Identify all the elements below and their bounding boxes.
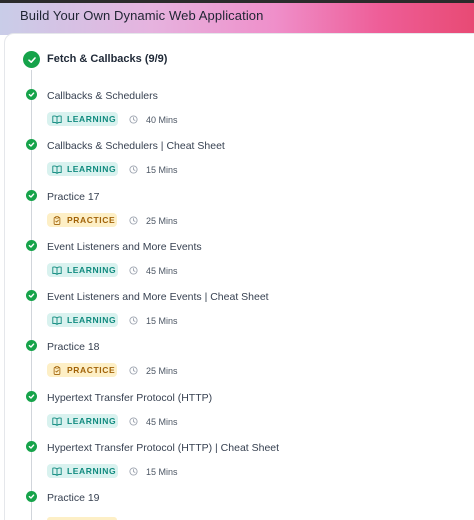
clock-icon [129,417,138,426]
open-book-icon [52,165,62,174]
duration-text: 15 Mins [146,466,178,477]
badge-label: LEARNING [67,466,117,476]
learning-badge: LEARNING [47,112,118,126]
section-title: Fetch & Callbacks (9/9) [47,53,168,65]
clock-icon [129,165,138,174]
learning-badge: LEARNING [47,162,118,176]
check-circle-icon [26,391,37,402]
clock-icon [129,216,138,225]
duration: 40 Mins [129,113,178,126]
duration-text: 45 Mins [146,416,178,427]
check-circle-icon [26,190,37,201]
check-circle-icon [26,290,37,301]
open-book-icon [52,417,62,426]
duration: 25 Mins [129,364,178,377]
duration-text: 45 Mins [146,265,178,276]
session-title: Event Listeners and More Events [47,241,202,253]
session-item[interactable]: Practice 18 PRACTICE 25 Mins [26,340,466,384]
open-book-icon [52,115,62,124]
session-title: Practice 19 [47,492,100,504]
clock-icon [129,266,138,275]
course-header: Build Your Own Dynamic Web Application [0,3,474,35]
learning-badge: LEARNING [47,263,118,277]
check-circle-icon [26,491,37,502]
check-circle-icon [26,441,37,452]
duration: 15 Mins [129,163,178,176]
check-circle-icon [26,340,37,351]
badge-label: PRACTICE [67,215,116,225]
practice-badge: PRACTICE [47,213,117,227]
clock-icon [129,366,138,375]
session-item[interactable]: Callbacks & Schedulers LEARNING 40 Mins [26,89,466,133]
practice-badge: PRACTICE [47,363,117,377]
duration-text: 15 Mins [146,315,178,326]
duration: 15 Mins [129,314,178,327]
check-circle-icon [26,89,37,100]
clock-icon [129,115,138,124]
session-title: Hypertext Transfer Protocol (HTTP) | Che… [47,442,280,454]
badge-label: LEARNING [67,265,117,275]
session-title: Practice 18 [47,341,100,353]
badge-label: PRACTICE [67,365,116,375]
clipboard-icon [52,215,62,225]
session-title: Callbacks & Schedulers [47,90,158,102]
duration-text: 25 Mins [146,215,178,226]
badge-label: LEARNING [67,164,117,174]
learning-badge: LEARNING [47,464,118,478]
badge-label: LEARNING [67,315,117,325]
session-item[interactable]: Hypertext Transfer Protocol (HTTP) LEARNI… [26,391,466,435]
learning-badge: LEARNING [47,414,118,428]
open-book-icon [52,467,62,476]
learning-badge: LEARNING [47,313,118,327]
session-item[interactable]: Hypertext Transfer Protocol (HTTP) | Che… [26,441,466,485]
duration: 25 Mins [129,214,178,227]
check-circle-icon [23,51,40,68]
duration-text: 15 Mins [146,164,178,175]
badge-label: LEARNING [67,416,117,426]
session-title: Event Listeners and More Events | Cheat … [47,291,269,303]
session-item[interactable]: Callbacks & Schedulers | Cheat Sheet LEAR… [26,139,466,183]
duration: 45 Mins [129,264,178,277]
session-title: Practice 17 [47,191,100,203]
open-book-icon [52,316,62,325]
duration: 45 Mins [129,415,178,428]
badge-label: LEARNING [67,114,117,124]
check-circle-icon [26,139,37,150]
session-item[interactable]: Practice 17 PRACTICE 25 Mins [26,190,466,234]
clock-icon [129,316,138,325]
open-book-icon [52,266,62,275]
check-circle-icon [26,240,37,251]
clock-icon [129,467,138,476]
session-item[interactable]: Practice 19 [26,491,466,520]
clipboard-icon [52,365,62,375]
course-title: Build Your Own Dynamic Web Application [20,8,264,23]
duration-text: 25 Mins [146,365,178,376]
session-title: Hypertext Transfer Protocol (HTTP) [47,392,213,404]
duration-text: 40 Mins [146,114,178,125]
duration: 15 Mins [129,465,178,478]
session-item[interactable]: Event Listeners and More Events | Cheat … [26,290,466,334]
session-item[interactable]: Event Listeners and More Events LEARNING 4… [26,240,466,284]
session-title: Callbacks & Schedulers | Cheat Sheet [47,140,225,152]
